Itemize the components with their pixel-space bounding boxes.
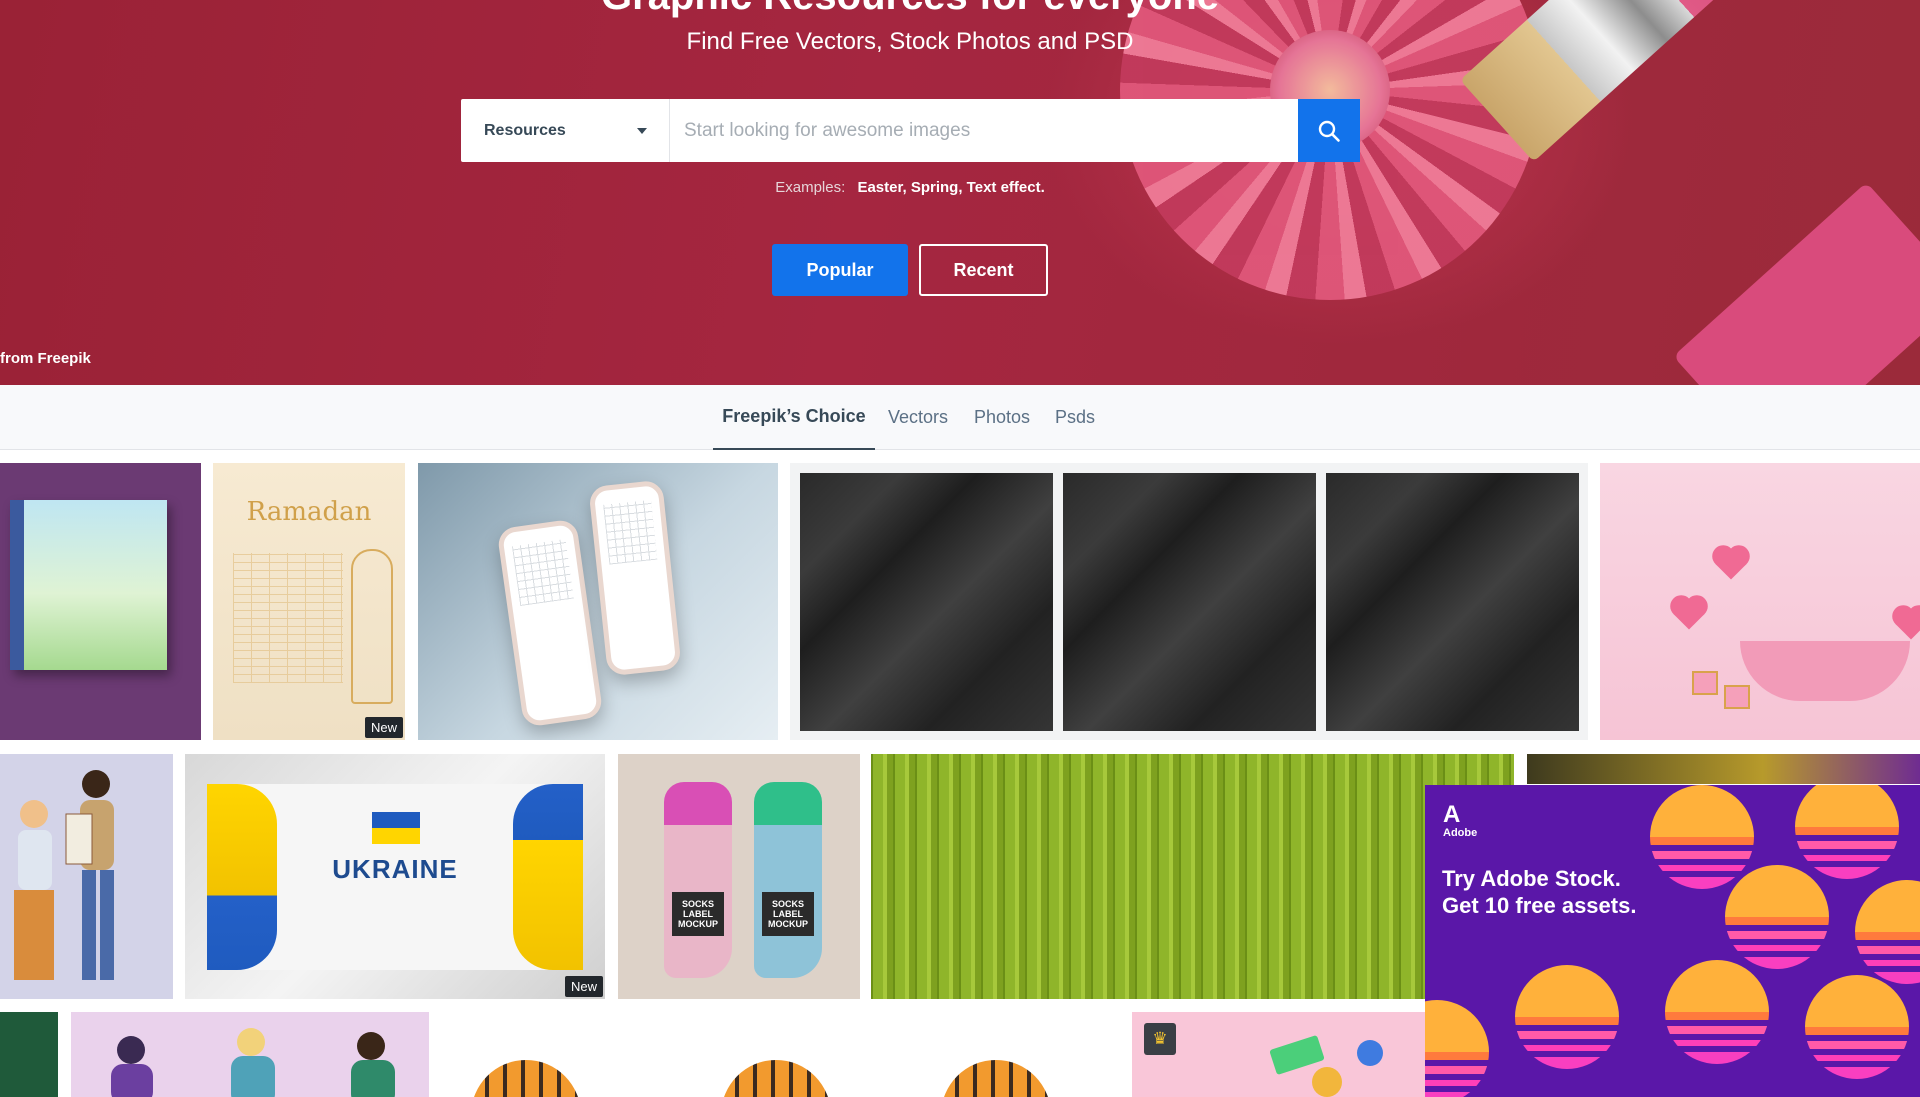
resource-tile-pink-podium[interactable] [1600, 463, 1920, 740]
hero-subtitle: Find Free Vectors, Stock Photos and PSD [686, 28, 1134, 55]
sock-label: SOCKS LABEL MOCKUP [762, 892, 814, 936]
heart-shape [1895, 608, 1920, 640]
resource-tile-green-partial[interactable] [0, 1012, 58, 1097]
sock-left: SOCKS LABEL MOCKUP [664, 782, 732, 978]
adobe-logo-icon: A Adobe [1443, 801, 1478, 840]
retro-sun-shape [1665, 960, 1769, 1064]
tiger-illustration [721, 1060, 831, 1097]
gear-shape [1357, 1040, 1383, 1066]
resource-tile-tigers[interactable] [441, 1012, 1121, 1097]
retro-sun-shape [1725, 865, 1829, 969]
example-link-text-effect[interactable]: Text effect [967, 179, 1041, 196]
examples-label: Examples: [775, 179, 846, 196]
search-bar: Resources [461, 99, 1360, 162]
adobe-stock-ad[interactable]: A Adobe Try Adobe Stock. Get 10 free ass… [1425, 785, 1920, 1097]
phone-mockup-right [588, 479, 682, 677]
ramadan-title: Ramadan [246, 497, 372, 527]
crumpled-sheet [1063, 473, 1316, 731]
search-input[interactable] [670, 99, 1298, 162]
resource-type-select[interactable]: Resources [461, 99, 670, 162]
search-icon [1318, 120, 1340, 142]
ramadan-timetable-grid [233, 553, 343, 683]
podium-bowl [1740, 641, 1910, 701]
ukraine-title: UKRAINE [332, 854, 458, 884]
new-badge: New [564, 976, 603, 997]
resource-tile-people-group[interactable] [71, 1012, 429, 1097]
resource-tile-bamboo-texture[interactable] [871, 754, 1514, 999]
money-bill-shape [1269, 1034, 1325, 1076]
hero-paintbrush-handle [1673, 182, 1920, 385]
tiger-illustration [471, 1060, 581, 1097]
search-examples: Examples: Easter, Spring, Text effect. [0, 179, 1820, 196]
resource-tile-socks-mockup[interactable]: SOCKS LABEL MOCKUP SOCKS LABEL MOCKUP [618, 754, 860, 999]
retro-sun-shape [1805, 975, 1909, 1079]
coin-shape [1312, 1067, 1342, 1097]
ad-line-1: Try Adobe Stock. [1442, 866, 1621, 891]
hero-credit[interactable]: from Freepik [0, 350, 91, 367]
gift-box [1724, 685, 1750, 709]
new-badge: New [364, 717, 403, 738]
example-link-spring[interactable]: Spring [911, 179, 959, 196]
retro-sun-shape [1795, 785, 1899, 879]
resource-tile-people-illustration[interactable] [0, 754, 173, 999]
example-link-easter[interactable]: Easter [857, 179, 902, 196]
ad-headline: Try Adobe Stock. Get 10 free assets. [1442, 865, 1662, 919]
heart-shape [1715, 548, 1747, 580]
hero-banner: Graphic Resources for everyone Find Free… [0, 0, 1920, 385]
tab-vectors[interactable]: Vectors [881, 385, 955, 450]
resource-tile-money[interactable]: ♛ [1132, 1012, 1425, 1097]
resource-type-label: Resources [484, 121, 566, 139]
tab-psds[interactable]: Psds [1048, 385, 1102, 450]
phone-mockup-left [496, 518, 604, 728]
hero-title: Graphic Resources for everyone [0, 0, 1820, 19]
ramadan-arch-frame [351, 549, 393, 704]
popular-button[interactable]: Popular [772, 244, 908, 296]
resource-tile-crumpled-paper[interactable] [790, 463, 1588, 740]
ad-line-2: Get 10 free assets. [1442, 893, 1637, 918]
resource-tile-ramadan[interactable]: Ramadan New [213, 463, 405, 740]
heart-shape [1673, 598, 1705, 630]
people-illustration [14, 770, 114, 980]
resource-tile-book-cover[interactable] [0, 463, 201, 740]
search-button[interactable] [1298, 99, 1360, 162]
tiger-illustration [941, 1060, 1051, 1097]
retro-sun-shape [1650, 785, 1754, 889]
crumpled-sheet [800, 473, 1053, 731]
people-group-illustration [111, 1028, 395, 1097]
caret-down-icon [637, 127, 647, 134]
content-tabs: Freepik’s Choice Vectors Photos Psds [0, 385, 1920, 450]
retro-sun-shape [1515, 965, 1619, 1069]
examples-separator: , [958, 179, 967, 196]
crumpled-sheet [1326, 473, 1579, 731]
recent-button[interactable]: Recent [919, 244, 1048, 296]
retro-sun-shape [1855, 880, 1920, 984]
crown-icon: ♛ [1144, 1023, 1176, 1055]
book-cover-thumbnail [10, 500, 167, 670]
examples-separator: , [902, 179, 911, 196]
ukraine-card: UKRAINE [207, 784, 583, 970]
book-spine [10, 500, 24, 670]
adobe-brand: Adobe [1443, 827, 1478, 839]
retro-sun-shape [1425, 1000, 1489, 1097]
resource-tile-partial[interactable] [1527, 754, 1920, 784]
tab-photos[interactable]: Photos [966, 385, 1038, 450]
tab-freepiks-choice[interactable]: Freepik’s Choice [713, 385, 875, 450]
resource-tile-phone-mockup[interactable] [418, 463, 778, 740]
ukraine-flag-icon [372, 812, 420, 844]
sock-label: SOCKS LABEL MOCKUP [672, 892, 724, 936]
resource-tile-ukraine-banner[interactable]: UKRAINE New [185, 754, 605, 999]
examples-trailing: . [1040, 179, 1045, 196]
sock-right: SOCKS LABEL MOCKUP [754, 782, 822, 978]
gift-box [1692, 671, 1718, 695]
